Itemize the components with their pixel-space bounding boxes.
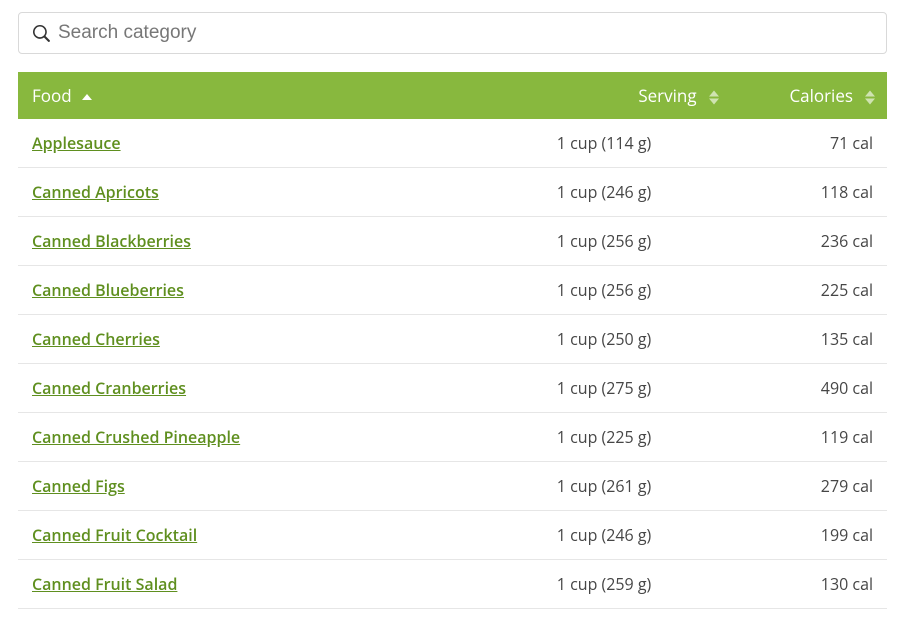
- column-header-calories[interactable]: Calories: [731, 72, 887, 119]
- search-icon: [33, 25, 50, 42]
- sort-icon: [865, 90, 875, 104]
- table-row: Applesauce 1 cup (114 g)71 cal: [18, 119, 887, 168]
- cell-serving: 1 cup (250 g): [557, 315, 731, 364]
- cell-food: Canned Fruit Salad: [18, 560, 557, 609]
- food-link[interactable]: Canned Blueberries: [32, 279, 184, 301]
- table-row: Canned Crushed Pineapple 1 cup (225 g)119…: [18, 413, 887, 462]
- cell-calories: 71 cal: [731, 119, 887, 168]
- cell-serving: 1 cup (246 g): [557, 511, 731, 560]
- food-link[interactable]: Canned Blackberries: [32, 230, 191, 252]
- food-table: Food Serving Calories: [18, 72, 887, 609]
- table-row: Canned Blackberries 1 cup (256 g)236 cal: [18, 217, 887, 266]
- search-input[interactable]: [58, 22, 872, 44]
- cell-food: Canned Apricots: [18, 168, 557, 217]
- cell-food: Canned Cranberries: [18, 364, 557, 413]
- food-link[interactable]: Canned Figs: [32, 475, 125, 497]
- food-link[interactable]: Applesauce: [32, 132, 121, 154]
- cell-food: Canned Blackberries: [18, 217, 557, 266]
- cell-calories: 199 cal: [731, 511, 887, 560]
- table-row: Canned Cranberries 1 cup (275 g)490 cal: [18, 364, 887, 413]
- column-header-serving[interactable]: Serving: [557, 72, 731, 119]
- cell-calories: 490 cal: [731, 364, 887, 413]
- cell-serving: 1 cup (114 g): [557, 119, 731, 168]
- search-box[interactable]: [18, 12, 887, 54]
- cell-serving: 1 cup (275 g): [557, 364, 731, 413]
- cell-food: Applesauce: [18, 119, 557, 168]
- sort-asc-icon: [82, 94, 92, 100]
- food-link[interactable]: Canned Crushed Pineapple: [32, 426, 240, 448]
- food-link[interactable]: Canned Apricots: [32, 181, 159, 203]
- cell-serving: 1 cup (225 g): [557, 413, 731, 462]
- cell-calories: 279 cal: [731, 462, 887, 511]
- cell-calories: 135 cal: [731, 315, 887, 364]
- cell-food: Canned Fruit Cocktail: [18, 511, 557, 560]
- column-header-food[interactable]: Food: [18, 72, 557, 119]
- food-link[interactable]: Canned Fruit Salad: [32, 573, 177, 595]
- cell-food: Canned Figs: [18, 462, 557, 511]
- table-header-row: Food Serving Calories: [18, 72, 887, 119]
- table-row: Canned Fruit Cocktail 1 cup (246 g)199 ca…: [18, 511, 887, 560]
- food-link[interactable]: Canned Cranberries: [32, 377, 186, 399]
- column-label: Serving: [638, 84, 696, 107]
- cell-serving: 1 cup (259 g): [557, 560, 731, 609]
- cell-food: Canned Cherries: [18, 315, 557, 364]
- food-link[interactable]: Canned Cherries: [32, 328, 160, 350]
- cell-serving: 1 cup (261 g): [557, 462, 731, 511]
- sort-icon: [709, 90, 719, 104]
- cell-serving: 1 cup (256 g): [557, 217, 731, 266]
- cell-food: Canned Crushed Pineapple: [18, 413, 557, 462]
- cell-calories: 225 cal: [731, 266, 887, 315]
- cell-serving: 1 cup (256 g): [557, 266, 731, 315]
- table-row: Canned Figs 1 cup (261 g)279 cal: [18, 462, 887, 511]
- table-row: Canned Fruit Salad 1 cup (259 g)130 cal: [18, 560, 887, 609]
- cell-calories: 119 cal: [731, 413, 887, 462]
- food-link[interactable]: Canned Fruit Cocktail: [32, 524, 197, 546]
- table-row: Canned Blueberries 1 cup (256 g)225 cal: [18, 266, 887, 315]
- cell-food: Canned Blueberries: [18, 266, 557, 315]
- cell-calories: 118 cal: [731, 168, 887, 217]
- table-row: Canned Cherries 1 cup (250 g)135 cal: [18, 315, 887, 364]
- table-row: Canned Apricots 1 cup (246 g)118 cal: [18, 168, 887, 217]
- cell-calories: 236 cal: [731, 217, 887, 266]
- column-label: Calories: [789, 84, 853, 107]
- column-label: Food: [32, 84, 72, 107]
- cell-calories: 130 cal: [731, 560, 887, 609]
- cell-serving: 1 cup (246 g): [557, 168, 731, 217]
